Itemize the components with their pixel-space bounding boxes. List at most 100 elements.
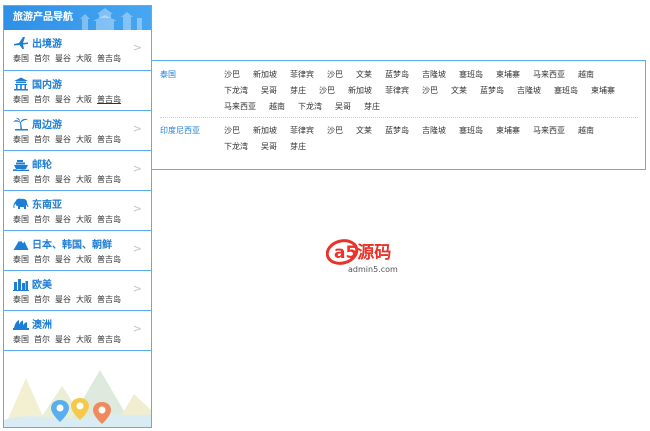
category-link[interactable]: 曼谷 bbox=[55, 335, 71, 344]
destination-link[interactable]: 塞班岛 bbox=[459, 123, 483, 139]
destination-link[interactable]: 柬埔寨 bbox=[591, 83, 615, 99]
destination-link[interactable]: 文莱 bbox=[356, 67, 372, 83]
destination-link[interactable]: 芽庄 bbox=[290, 139, 306, 155]
destination-link[interactable]: 沙巴 bbox=[327, 67, 343, 83]
destination-link[interactable]: 下龙湾 bbox=[224, 83, 248, 99]
category-link[interactable]: 普吉岛 bbox=[97, 335, 121, 344]
destination-link[interactable]: 越南 bbox=[269, 99, 285, 115]
destination-link[interactable]: 沙巴 bbox=[319, 83, 335, 99]
category-link[interactable]: 首尔 bbox=[34, 335, 50, 344]
category-links: 泰国 首尔 曼谷 大阪 普吉岛 bbox=[13, 294, 126, 305]
category-link[interactable]: 首尔 bbox=[34, 295, 50, 304]
chevron-right-icon: > bbox=[132, 322, 142, 335]
category-europe-america[interactable]: 欧美 > 泰国 首尔 曼谷 大阪 普吉岛 bbox=[4, 271, 151, 311]
category-southeast-asia[interactable]: 东南亚 > 泰国 首尔 曼谷 大阪 普吉岛 bbox=[4, 191, 151, 231]
category-link[interactable]: 大阪 bbox=[76, 255, 92, 264]
destination-link[interactable]: 芽庄 bbox=[290, 83, 306, 99]
category-link[interactable]: 大阪 bbox=[76, 335, 92, 344]
category-link[interactable]: 大阪 bbox=[76, 295, 92, 304]
category-australia[interactable]: 澳洲 > 泰国 首尔 曼谷 大阪 普吉岛 bbox=[4, 311, 151, 351]
category-link[interactable]: 大阪 bbox=[76, 54, 92, 63]
destination-link[interactable]: 菲律宾 bbox=[290, 123, 314, 139]
city-icon bbox=[13, 279, 29, 291]
category-outbound[interactable]: 出境游 > 泰国 首尔 曼谷 大阪 普吉岛 bbox=[4, 30, 151, 71]
region-name[interactable]: 泰国 bbox=[160, 69, 176, 80]
category-link[interactable]: 首尔 bbox=[34, 215, 50, 224]
destination-link[interactable]: 下龙湾 bbox=[298, 99, 322, 115]
destination-link[interactable]: 吉隆坡 bbox=[517, 83, 541, 99]
category-domestic[interactable]: 国内游 泰国 首尔 曼谷 大阪 普吉岛 bbox=[4, 70, 151, 111]
category-link[interactable]: 普吉岛 bbox=[97, 175, 121, 184]
destination-link[interactable]: 下龙湾 bbox=[224, 139, 248, 155]
category-link[interactable]: 曼谷 bbox=[55, 255, 71, 264]
destination-link[interactable]: 越南 bbox=[578, 67, 594, 83]
destination-link[interactable]: 蓝梦岛 bbox=[385, 67, 409, 83]
category-link[interactable]: 首尔 bbox=[34, 175, 50, 184]
destination-link[interactable]: 新加坡 bbox=[253, 67, 277, 83]
category-nearby[interactable]: 周边游 > 泰国 首尔 曼谷 大阪 普吉岛 bbox=[4, 111, 151, 151]
destination-link[interactable]: 马来西亚 bbox=[533, 67, 565, 83]
category-link[interactable]: 普吉岛 bbox=[97, 95, 121, 104]
destination-link[interactable]: 沙巴 bbox=[422, 83, 438, 99]
category-link[interactable]: 泰国 bbox=[13, 255, 29, 264]
destination-link[interactable]: 新加坡 bbox=[348, 83, 372, 99]
watermark-url: admin5.com bbox=[348, 265, 398, 274]
chevron-right-icon: > bbox=[132, 282, 142, 295]
category-link[interactable]: 首尔 bbox=[34, 135, 50, 144]
destination-link[interactable]: 新加坡 bbox=[253, 123, 277, 139]
destination-link[interactable]: 芽庄 bbox=[364, 99, 380, 115]
category-link[interactable]: 普吉岛 bbox=[97, 295, 121, 304]
category-link[interactable]: 泰国 bbox=[13, 175, 29, 184]
region-name[interactable]: 印度尼西亚 bbox=[160, 125, 200, 136]
category-link[interactable]: 曼谷 bbox=[55, 295, 71, 304]
category-japan-korea[interactable]: 日本、韩国、朝鲜 > 泰国 首尔 曼谷 大阪 普吉岛 bbox=[4, 231, 151, 271]
destination-link[interactable]: 文莱 bbox=[451, 83, 467, 99]
category-link[interactable]: 泰国 bbox=[13, 335, 29, 344]
destination-link[interactable]: 蓝梦岛 bbox=[480, 83, 504, 99]
category-cruise[interactable]: 邮轮 > 泰国 首尔 曼谷 大阪 普吉岛 bbox=[4, 151, 151, 191]
destination-link[interactable]: 塞班岛 bbox=[459, 67, 483, 83]
category-link[interactable]: 大阪 bbox=[76, 135, 92, 144]
category-link[interactable]: 普吉岛 bbox=[97, 255, 121, 264]
category-link[interactable]: 泰国 bbox=[13, 54, 29, 63]
destination-link[interactable]: 越南 bbox=[578, 123, 594, 139]
destination-link[interactable]: 柬埔寨 bbox=[496, 123, 520, 139]
category-link[interactable]: 泰国 bbox=[13, 215, 29, 224]
category-title: 周边游 bbox=[32, 120, 62, 131]
category-link[interactable]: 大阪 bbox=[76, 175, 92, 184]
destination-link[interactable]: 吴哥 bbox=[261, 139, 277, 155]
chevron-right-icon: > bbox=[132, 242, 142, 255]
destination-link[interactable]: 吴哥 bbox=[335, 99, 351, 115]
destination-link[interactable]: 塞班岛 bbox=[554, 83, 578, 99]
category-link[interactable]: 首尔 bbox=[34, 95, 50, 104]
category-link[interactable]: 曼谷 bbox=[55, 135, 71, 144]
destination-link[interactable]: 马来西亚 bbox=[224, 99, 256, 115]
destination-link[interactable]: 沙巴 bbox=[224, 123, 240, 139]
destination-link[interactable]: 文莱 bbox=[356, 123, 372, 139]
category-link[interactable]: 泰国 bbox=[13, 95, 29, 104]
category-link[interactable]: 曼谷 bbox=[55, 95, 71, 104]
destination-link[interactable]: 菲律宾 bbox=[290, 67, 314, 83]
category-link[interactable]: 首尔 bbox=[34, 255, 50, 264]
category-link[interactable]: 首尔 bbox=[34, 54, 50, 63]
category-link[interactable]: 普吉岛 bbox=[97, 135, 121, 144]
category-link[interactable]: 大阪 bbox=[76, 95, 92, 104]
destination-link[interactable]: 吴哥 bbox=[261, 83, 277, 99]
category-link[interactable]: 曼谷 bbox=[55, 175, 71, 184]
destination-link[interactable]: 柬埔寨 bbox=[496, 67, 520, 83]
category-link[interactable]: 泰国 bbox=[13, 135, 29, 144]
destination-link[interactable]: 蓝梦岛 bbox=[385, 123, 409, 139]
category-link[interactable]: 普吉岛 bbox=[97, 215, 121, 224]
category-link[interactable]: 曼谷 bbox=[55, 215, 71, 224]
category-link[interactable]: 泰国 bbox=[13, 295, 29, 304]
destination-link[interactable]: 沙巴 bbox=[224, 67, 240, 83]
destination-link[interactable]: 沙巴 bbox=[327, 123, 343, 139]
category-link[interactable]: 大阪 bbox=[76, 215, 92, 224]
destination-link[interactable]: 菲律宾 bbox=[385, 83, 409, 99]
destination-link[interactable]: 吉隆坡 bbox=[422, 123, 446, 139]
category-link[interactable]: 普吉岛 bbox=[97, 54, 121, 63]
category-title: 国内游 bbox=[32, 80, 62, 91]
category-link[interactable]: 曼谷 bbox=[55, 54, 71, 63]
destination-link[interactable]: 吉隆坡 bbox=[422, 67, 446, 83]
destination-link[interactable]: 马来西亚 bbox=[533, 123, 565, 139]
